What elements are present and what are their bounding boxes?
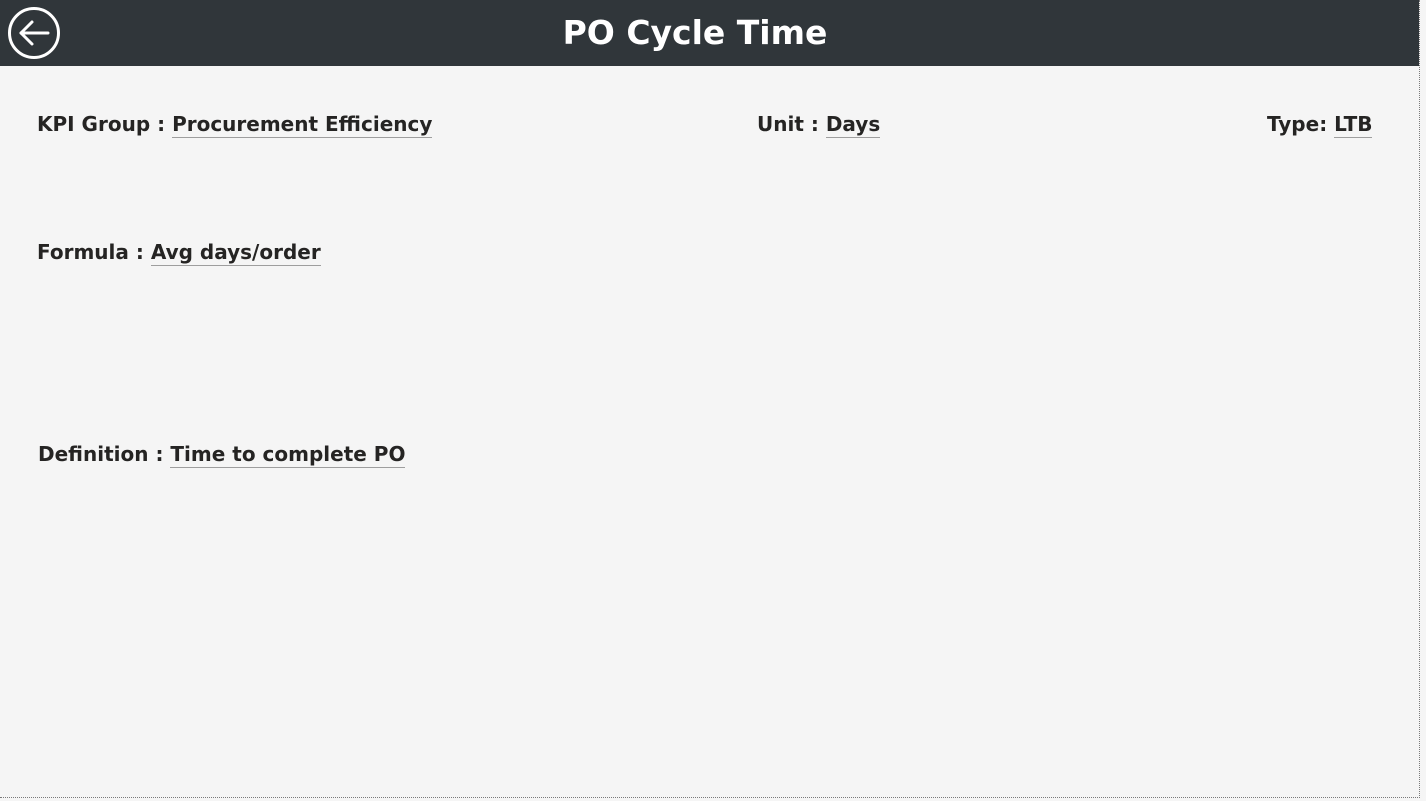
kpi-definition-page: PO Cycle Time KPI Group : Procurement Ef… [0,0,1420,798]
kpi-group-label: KPI Group : [37,112,173,136]
type-value[interactable]: LTB [1334,112,1373,138]
formula-value[interactable]: Avg days/order [150,240,321,266]
unit-field: Unit : Days [757,111,881,138]
formula-field: Formula : Avg days/order [37,239,321,266]
type-label: Type: [1267,112,1335,136]
formula-label: Formula : [37,240,151,264]
definition-label: Definition : [38,442,171,466]
definition-field: Definition : Time to complete PO [38,441,406,468]
unit-value[interactable]: Days [825,112,881,138]
type-field: Type: LTB [1267,111,1373,138]
header-bar: PO Cycle Time [0,0,1419,66]
kpi-group-field: KPI Group : Procurement Efficiency [37,111,433,138]
kpi-group-value[interactable]: Procurement Efficiency [172,112,433,138]
definition-value[interactable]: Time to complete PO [170,442,406,468]
page-title: PO Cycle Time [562,13,828,52]
unit-label: Unit : [757,112,826,136]
